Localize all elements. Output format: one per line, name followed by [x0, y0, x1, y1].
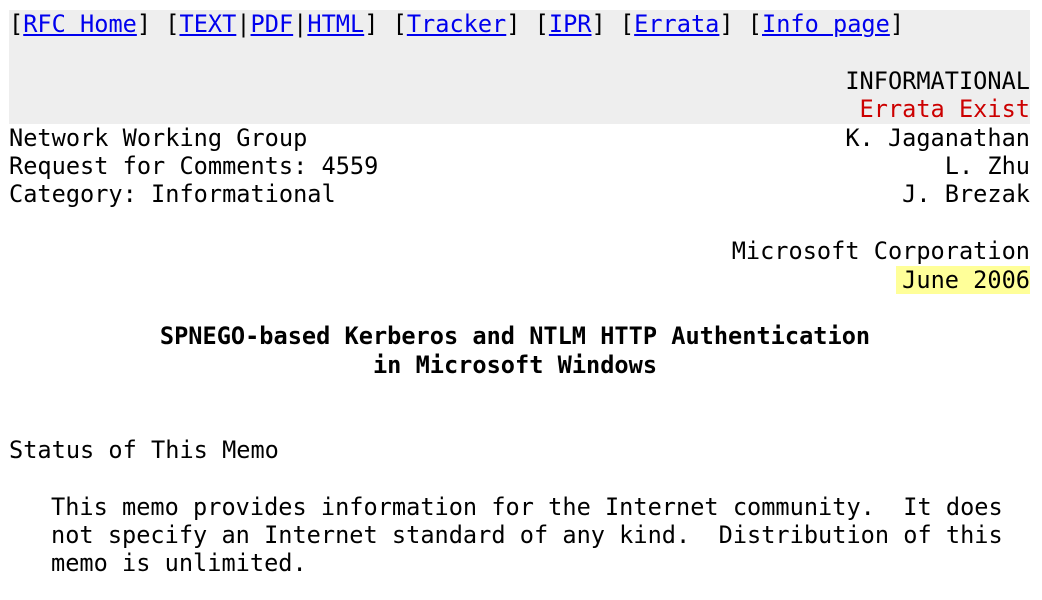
status-paragraph-line-2: not specify an Internet standard of any … [51, 521, 1003, 550]
header-row-3: Category: Informational J. Brezak [9, 180, 1030, 208]
rfc-document: [RFC Home] [TEXT|PDF|HTML] [Tracker] [IP… [9, 10, 1030, 578]
nav-link-text[interactable]: TEXT [179, 10, 236, 38]
nav-link-ipr[interactable]: IPR [549, 10, 592, 38]
banner-spacer [9, 38, 1030, 67]
nav-link-tracker[interactable]: Tracker [407, 10, 506, 38]
header-row-4: Microsoft Corporation [9, 209, 1030, 265]
document-title-line-2: in Microsoft Windows [372, 350, 658, 379]
header-row-1: Network Working Group K. Jaganathan [9, 124, 1030, 152]
errata-banner: Errata Exist [9, 95, 1030, 124]
nav-link-html[interactable]: HTML [307, 10, 364, 38]
header-left-2: Request for Comments: 4559 [9, 151, 379, 180]
header-right-3: J. Brezak [902, 180, 1030, 209]
section-heading-status: Status of This Memo [9, 435, 279, 464]
category-banner: INFORMATIONAL [9, 66, 1030, 96]
header-right-2: L. Zhu [944, 151, 1030, 180]
header-left-3: Category: Informational [9, 180, 336, 209]
header-left-1: Network Working Group [9, 123, 308, 152]
errata-notice: Errata Exist [859, 95, 1030, 124]
header-row-2: Request for Comments: 4559 L. Zhu [9, 152, 1030, 180]
status-paragraph-line-1: This memo provides information for the I… [51, 492, 1003, 521]
nav-bar: [RFC Home] [TEXT|PDF|HTML] [Tracker] [IP… [9, 10, 1030, 39]
status-paragraph-line-3: memo is unlimited. [51, 549, 307, 578]
header-row-5: June 2006 [9, 237, 1030, 294]
header-right-1: K. Jaganathan [845, 123, 1030, 152]
publication-date: June 2006 [896, 265, 1030, 294]
document-title-line-1: SPNEGO-based Kerberos and NTLM HTTP Auth… [159, 322, 871, 351]
nav-link-info-page[interactable]: Info page [762, 10, 890, 38]
nav-link-pdf[interactable]: PDF [251, 10, 294, 38]
nav-link-errata[interactable]: Errata [634, 10, 719, 38]
category-label: INFORMATIONAL [845, 66, 1030, 95]
nav-link-rfc-home[interactable]: RFC Home [23, 10, 137, 38]
